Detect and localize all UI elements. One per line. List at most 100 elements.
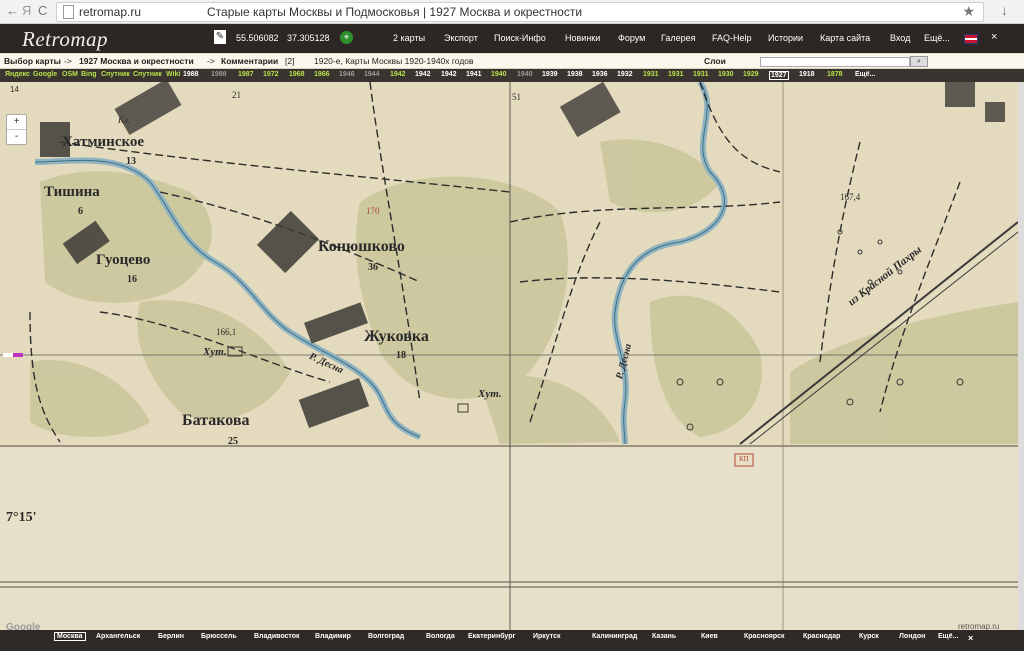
city-link[interactable]: Брюссель [201,633,237,640]
close-icon[interactable]: × [991,31,997,43]
menu-stories[interactable]: Истории [768,33,803,43]
menu-two-maps[interactable]: 2 карты [393,33,425,43]
year-link[interactable]: 1918 [799,71,815,78]
pencil-icon[interactable]: ✎ [214,30,226,44]
city-link[interactable]: Владимир [315,633,351,640]
city-link[interactable]: Лондон [899,633,925,640]
year-link[interactable]: 1988 [183,71,199,78]
year-link[interactable]: 1931 [643,71,659,78]
year-link[interactable]: 1931 [668,71,684,78]
city-link[interactable]: Владивосток [254,633,300,640]
year-link[interactable]: 1940 [491,71,507,78]
bookmark-star-icon[interactable]: ★ [962,3,975,20]
menu-search-info[interactable]: Поиск-Инфо [494,33,546,43]
year-link[interactable]: 1987 [238,71,254,78]
address-bar[interactable]: retromap.ru Старые карты Москвы и Подмос… [56,2,984,22]
map-label-kp: КП [739,455,749,463]
menu-faq[interactable]: FAQ-Help [712,33,752,43]
menu-forum[interactable]: Форум [618,33,645,43]
year-link[interactable]: 1927 [769,71,789,80]
map-label-number: 21 [232,90,241,100]
gps-icon[interactable]: ⌖ [340,31,353,44]
year-link[interactable]: 1938 [567,71,583,78]
year-link[interactable]: 1968 [289,71,305,78]
menu-more[interactable]: Ещё... [924,33,950,43]
year-link[interactable]: 1932 [617,71,633,78]
year-link[interactable]: 1929 [743,71,759,78]
year-link[interactable]: 1939 [542,71,558,78]
map-label-konyushkovo: Конюшково [318,238,405,255]
menu-gallery[interactable]: Галерея [661,33,696,43]
map-label-elevation: 170 [366,206,380,216]
city-link[interactable]: Калининград [592,633,637,640]
year-link[interactable]: 1930 [718,71,734,78]
refresh-icon[interactable]: C [38,3,47,18]
city-link[interactable]: Курск [859,633,879,640]
year-link[interactable]: 1942 [441,71,457,78]
year-link[interactable]: Спутник [133,71,162,78]
crumb-comments[interactable]: Комментарии [221,56,278,66]
map-label-batakova: Батакова [182,412,250,429]
map-label-elevation: 166,1 [216,327,237,337]
year-link[interactable]: 1972 [263,71,279,78]
year-link[interactable]: 1878 [827,71,843,78]
map-label-coordinate: 7°15' [6,510,37,525]
menu-sitemap[interactable]: Карта сайта [820,33,870,43]
download-icon[interactable]: ↓ [1001,2,1008,18]
year-link[interactable]: 1946 [339,71,355,78]
uk-flag-icon[interactable] [964,34,978,44]
crumb-map-name[interactable]: 1927 Москва и окрестности [79,56,194,66]
crumb-select-map[interactable]: Выбор карты [4,56,61,66]
map-label-zhukovka: Жуковка [364,328,429,345]
year-link[interactable]: 1966 [314,71,330,78]
map-label-number: 51 [512,92,521,102]
menu-login[interactable]: Вход [890,33,910,43]
map-label-kl: Кл. [118,115,131,125]
city-link[interactable]: Москва [54,632,86,641]
year-link[interactable]: 1940 [517,71,533,78]
city-link[interactable]: Иркутск [533,633,561,640]
latitude-readout: 55.506082 [236,33,279,43]
zoom-out-button[interactable]: - [7,129,26,144]
close-icon[interactable]: × [968,633,973,643]
forward-icon[interactable]: Я [22,3,31,18]
zoom-in-button[interactable]: + [7,115,26,129]
map-label-khutor: Хут. [203,346,227,358]
year-link[interactable]: 1936 [592,71,608,78]
retromap-logo[interactable]: Retromap [22,27,108,52]
page-icon [63,5,74,19]
year-link[interactable]: Google [33,71,57,78]
year-link[interactable]: 1944 [364,71,380,78]
city-link[interactable]: Киев [701,633,718,640]
map-canvas[interactable]: Хатминское 13 Тишина 6 Гуоцево 16 Конюшк… [0,82,1018,630]
map-label-batakova-number: 25 [228,436,238,447]
vertical-scrollbar[interactable] [1018,82,1024,630]
year-link[interactable]: 1941 [466,71,482,78]
city-link[interactable]: Красноярск [744,633,785,640]
year-link[interactable]: 1931 [693,71,709,78]
city-link[interactable]: Архангельск [96,633,140,640]
map-label-khatminskoe: Хатминское [62,134,145,150]
city-link[interactable]: Екатеринбург [468,633,515,640]
year-link[interactable]: Спутник [101,71,130,78]
year-link[interactable]: 1942 [415,71,431,78]
city-link[interactable]: Краснодар [803,633,840,640]
city-link[interactable]: Берлин [158,633,184,640]
city-link[interactable]: Вологда [426,633,455,640]
year-link[interactable]: Ещё... [855,71,875,78]
year-link[interactable]: 1942 [390,71,406,78]
city-link[interactable]: Волгоград [368,633,404,640]
city-link[interactable]: Казань [652,633,676,640]
year-link[interactable]: Bing [81,71,97,78]
year-link[interactable]: Яндекс [5,71,30,78]
year-link[interactable]: OSM [62,71,78,78]
back-icon[interactable]: ← [6,3,19,18]
layers-search-icon[interactable]: ⌕ [910,56,928,67]
menu-new[interactable]: Новинки [565,33,600,43]
menu-export[interactable]: Экспорт [444,33,478,43]
city-link[interactable]: Ещё... [938,633,958,640]
map-label-konyushkovo-number: 36 [368,262,378,273]
year-link[interactable]: 1988 [211,71,227,78]
year-link[interactable]: Wiki [166,71,180,78]
layers-slider[interactable] [760,57,910,67]
